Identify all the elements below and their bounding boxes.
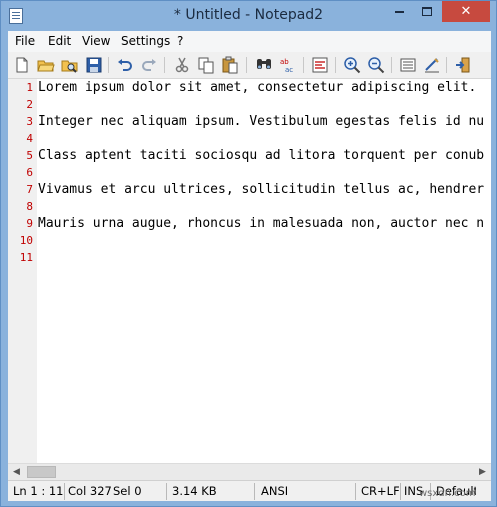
status-line-position: Ln 1 : 11 — [13, 484, 63, 498]
toolbar-separator — [391, 57, 392, 73]
copy-icon[interactable] — [197, 56, 215, 74]
editor-line: 2 — [8, 96, 491, 113]
editor-line: 9 Mauris urna augue, rhoncus in malesuada… — [8, 215, 491, 232]
minimize-button[interactable] — [386, 1, 412, 22]
line-number: 9 — [26, 217, 33, 230]
status-divider — [355, 483, 356, 500]
svg-text:ab: ab — [280, 58, 289, 66]
title-bar[interactable]: * Untitled - Notepad2 ✕ — [1, 1, 496, 31]
editor-line: 6 — [8, 164, 491, 181]
line-number: 7 — [26, 183, 33, 196]
text-editor[interactable]: 1 Lorem ipsum dolor sit amet, consectetur… — [8, 79, 491, 463]
menu-bar: File Edit View Settings ? — [8, 31, 491, 52]
close-button[interactable]: ✕ — [442, 1, 490, 22]
zoom-in-icon[interactable] — [343, 56, 361, 74]
toolbar-separator — [335, 57, 336, 73]
status-encoding[interactable]: ANSI — [257, 481, 353, 502]
menu-settings[interactable]: Settings — [121, 34, 170, 48]
zoom-out-icon[interactable] — [367, 56, 385, 74]
toolbar: ab ac — [8, 52, 491, 79]
menu-view[interactable]: View — [82, 34, 110, 48]
exit-icon[interactable] — [454, 56, 472, 74]
scrollbar-thumb[interactable] — [27, 466, 56, 478]
undo-icon[interactable] — [116, 56, 134, 74]
line-text: Vivamus et arcu ultrices, sollicitudin t… — [38, 182, 485, 197]
editor-line: 1 Lorem ipsum dolor sit amet, consectetur… — [8, 79, 491, 96]
word-wrap-icon[interactable] — [311, 56, 329, 74]
maximize-icon — [422, 7, 432, 16]
toolbar-separator — [164, 57, 165, 73]
status-line-endings[interactable]: CR+LF — [357, 481, 399, 502]
maximize-button[interactable] — [414, 1, 440, 22]
line-number: 4 — [26, 132, 33, 145]
editor-line: 11 — [8, 249, 491, 266]
line-number: 1 — [26, 81, 33, 94]
line-text: Lorem ipsum dolor sit amet, consectetur … — [38, 80, 477, 95]
editor-line: 10 — [8, 232, 491, 249]
redo-icon[interactable] — [140, 56, 158, 74]
line-text: Class aptent taciti sociosqu ad litora t… — [38, 148, 485, 163]
line-number: 5 — [26, 149, 33, 162]
editor-line: 4 — [8, 130, 491, 147]
open-folder-icon[interactable] — [37, 56, 55, 74]
line-number: 8 — [26, 200, 33, 213]
watermark: wsxdn.com — [419, 488, 476, 499]
menu-file[interactable]: File — [15, 34, 35, 48]
scheme-icon[interactable] — [399, 56, 417, 74]
line-number: 10 — [19, 234, 33, 247]
status-divider — [166, 483, 167, 500]
paste-icon[interactable] — [221, 56, 239, 74]
status-selection: Sel 0 — [113, 484, 142, 498]
notepad2-window: * Untitled - Notepad2 ✕ File Edit View S… — [0, 0, 497, 507]
svg-text:ac: ac — [285, 66, 293, 74]
horizontal-scrollbar[interactable]: ◀ ▶ — [8, 463, 491, 480]
customize-icon[interactable] — [423, 56, 441, 74]
editor-line: 5 Class aptent taciti sociosqu ad litora … — [8, 147, 491, 164]
save-icon[interactable] — [85, 56, 103, 74]
editor-line: 3 Integer nec aliquam ipsum. Vestibulum e… — [8, 113, 491, 130]
minimize-icon — [394, 10, 404, 13]
line-number: 6 — [26, 166, 33, 179]
status-divider — [254, 483, 255, 500]
find-icon[interactable] — [255, 56, 273, 74]
line-text: Mauris urna augue, rhoncus in malesuada … — [38, 216, 485, 231]
line-number: 2 — [26, 98, 33, 111]
toolbar-separator — [303, 57, 304, 73]
line-number: 11 — [19, 251, 33, 264]
editor-line: 8 — [8, 198, 491, 215]
toolbar-separator — [108, 57, 109, 73]
replace-icon[interactable]: ab ac — [279, 56, 297, 74]
toolbar-separator — [446, 57, 447, 73]
scroll-right-icon[interactable]: ▶ — [474, 464, 491, 481]
editor-line: 7 Vivamus et arcu ultrices, sollicitudin … — [8, 181, 491, 198]
menu-edit[interactable]: Edit — [48, 34, 71, 48]
new-document-icon[interactable] — [13, 56, 31, 74]
scroll-left-icon[interactable]: ◀ — [8, 464, 25, 481]
status-column: Col 327 — [68, 484, 112, 498]
browse-icon[interactable] — [61, 56, 79, 74]
toolbar-separator — [246, 57, 247, 73]
cut-icon[interactable] — [173, 56, 191, 74]
line-text: Integer nec aliquam ipsum. Vestibulum eg… — [38, 114, 485, 129]
line-number: 3 — [26, 115, 33, 128]
status-file-size: 3.14 KB — [172, 484, 217, 498]
menu-help[interactable]: ? — [177, 34, 183, 48]
